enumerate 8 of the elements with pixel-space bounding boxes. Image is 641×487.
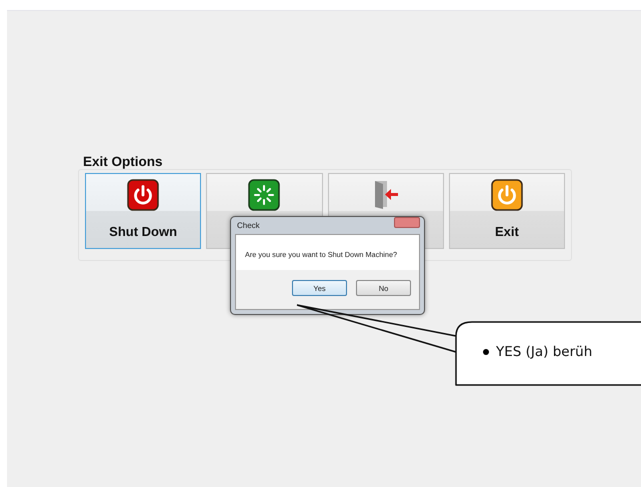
callout-text: YES (Ja) berüh	[496, 344, 592, 360]
restart-icon	[248, 179, 280, 211]
option-button[interactable]: Shut Down	[85, 173, 202, 249]
option-button[interactable]: Exit	[448, 173, 565, 249]
group-title: Exit Options	[83, 154, 164, 169]
power-icon	[127, 179, 160, 211]
dialog-title: Check	[237, 221, 260, 230]
power-icon	[490, 179, 523, 211]
